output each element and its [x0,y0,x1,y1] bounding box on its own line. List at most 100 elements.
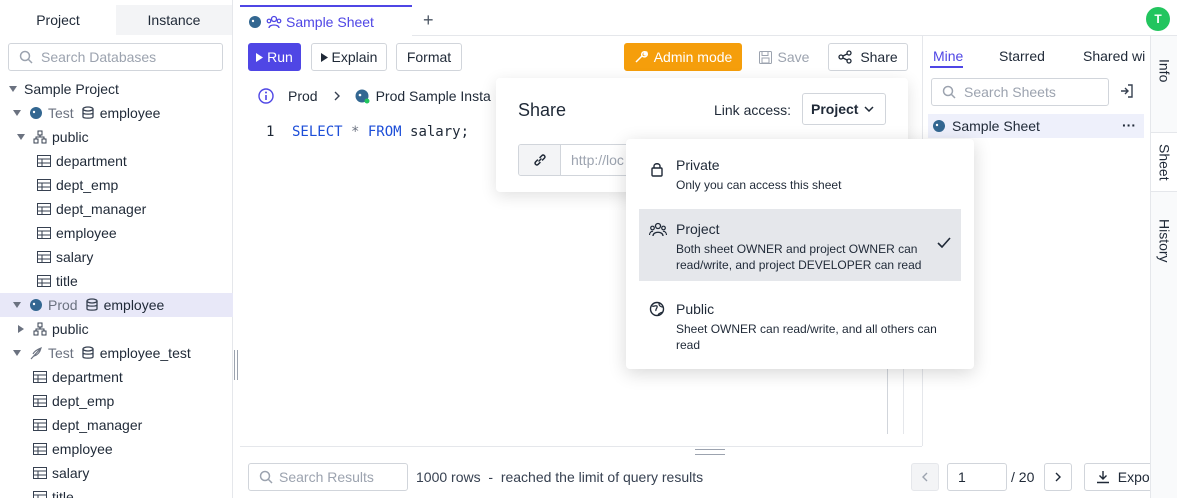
tab-sample-sheet[interactable]: Sample Sheet [240,5,412,36]
breadcrumb-environment[interactable]: Prod [288,88,318,104]
option-label: Public [676,301,715,317]
table-name: employee [56,225,117,241]
table-name: department [52,369,123,385]
active-tab-indicator [930,66,963,68]
tree-item-table[interactable]: dept_emp [0,173,233,197]
postgres-icon [28,297,44,313]
tree-item-prod-employee[interactable]: Prod employee [0,293,233,317]
more-icon[interactable]: ··· [1122,114,1136,136]
tree-item-table[interactable]: dept_manager [0,413,233,437]
table-icon [32,393,48,409]
side-tabs: Info Sheet History [1150,36,1177,498]
tree-item-table[interactable]: department [0,149,233,173]
sheet-search-input[interactable]: Search Sheets [931,78,1109,106]
option-label: Private [676,157,720,173]
tree-item-table[interactable]: title [0,485,233,498]
caret-down-icon [16,132,26,142]
tree-item-table[interactable]: employee [0,221,233,245]
explain-button[interactable]: Explain [311,43,387,71]
table-icon [32,465,48,481]
sheet-list-item[interactable]: Sample Sheet ··· [928,114,1144,138]
admin-mode-button[interactable]: Admin mode [624,43,742,71]
side-tab-sheet[interactable]: Sheet [1151,132,1177,192]
table-name: dept_manager [56,201,147,217]
schema-name: public [52,321,89,337]
page-total: / 20 [1011,469,1035,485]
info-icon[interactable] [258,88,274,104]
share-icon [838,50,852,64]
next-page-button[interactable] [1044,463,1072,491]
search-placeholder: Search Databases [41,49,157,65]
left-panel: Project Instance Search Databases Sample… [0,0,233,498]
breadcrumb-instance[interactable]: Prod Sample Insta [376,88,491,104]
postgres-icon [932,119,946,133]
tree-item-table[interactable]: dept_manager [0,197,233,221]
database-search-input[interactable]: Search Databases [8,43,223,71]
left-tabs: Project Instance [0,5,233,35]
tree-item-test-employee-test[interactable]: Test employee_test [0,341,233,365]
access-dropdown-menu: Private Only you can access this sheet P… [626,139,974,369]
schema-icon [32,321,48,337]
table-icon [36,201,52,217]
page-number-input[interactable]: 1 [947,463,1007,491]
table-name: salary [52,465,90,481]
option-label: Project [676,221,720,237]
option-description: Both sheet OWNER and project OWNER can r… [676,242,922,272]
table-icon [36,249,52,265]
tree-item-table[interactable]: employee [0,437,233,461]
run-button[interactable]: Run [248,43,301,71]
tree-item-table[interactable]: salary [0,245,233,269]
side-tab-history[interactable]: History [1151,206,1177,276]
previous-page-button[interactable] [911,463,939,491]
save-button[interactable]: Save [750,43,818,71]
table-name: title [56,273,78,289]
access-option-project[interactable]: Project Both sheet OWNER and project OWN… [639,209,961,281]
search-icon [19,50,33,64]
env-label: Prod [48,297,78,313]
link-access-label: Link access: [714,102,792,118]
tab-instance[interactable]: Instance [116,5,232,35]
result-search-input[interactable]: Search Results [248,463,408,491]
tab-mine[interactable]: Mine [933,48,963,64]
import-icon[interactable] [1119,83,1135,99]
share-link-field[interactable]: http://loc [518,144,638,176]
admin-mode-label: Admin mode [653,49,733,65]
table-name: dept_manager [52,417,143,433]
tree-item-table[interactable]: dept_emp [0,389,233,413]
link-access-select[interactable]: Project [802,93,886,125]
tree-item-test-employee[interactable]: Test employee [0,101,233,125]
tree-item-project[interactable]: Sample Project [0,77,233,101]
save-label: Save [777,49,810,65]
tree-item-schema-public[interactable]: public [0,317,233,341]
add-tab-button[interactable]: + [423,10,434,31]
sql-code[interactable]: SELECT * FROM salary; [292,124,469,140]
side-tab-info[interactable]: Info [1151,46,1177,96]
tree-item-table[interactable]: salary [0,461,233,485]
sheet-tab-bar: Sample Sheet + T [240,0,1177,36]
project-name: Sample Project [24,81,119,97]
tree-item-table[interactable]: department [0,365,233,389]
access-option-public[interactable]: Public Sheet OWNER can read/write, and a… [639,289,961,361]
tree-item-table[interactable]: title [0,269,233,293]
format-button[interactable]: Format [396,43,462,71]
avatar[interactable]: T [1146,7,1170,31]
access-option-private[interactable]: Private Only you can access this sheet [639,149,961,209]
save-icon [758,50,772,64]
share-link-url: http://loc [571,152,624,168]
caret-down-icon [12,108,22,118]
tab-starred[interactable]: Starred [999,48,1045,64]
table-name: salary [56,249,94,265]
copy-link-button[interactable] [519,145,561,175]
tab-project[interactable]: Project [0,5,116,35]
link-icon [532,152,548,168]
tab-shared[interactable]: Shared wi [1083,48,1145,64]
search-icon [942,85,956,99]
tree-item-schema-public[interactable]: public [0,125,233,149]
panel-resize-handle[interactable] [234,350,238,380]
env-label: Test [48,105,74,121]
share-button[interactable]: Share [828,43,908,71]
editor-resize-handle[interactable] [695,449,725,455]
option-description: Only you can access this sheet [676,178,842,192]
play-icon [256,52,264,62]
divider [240,446,922,447]
